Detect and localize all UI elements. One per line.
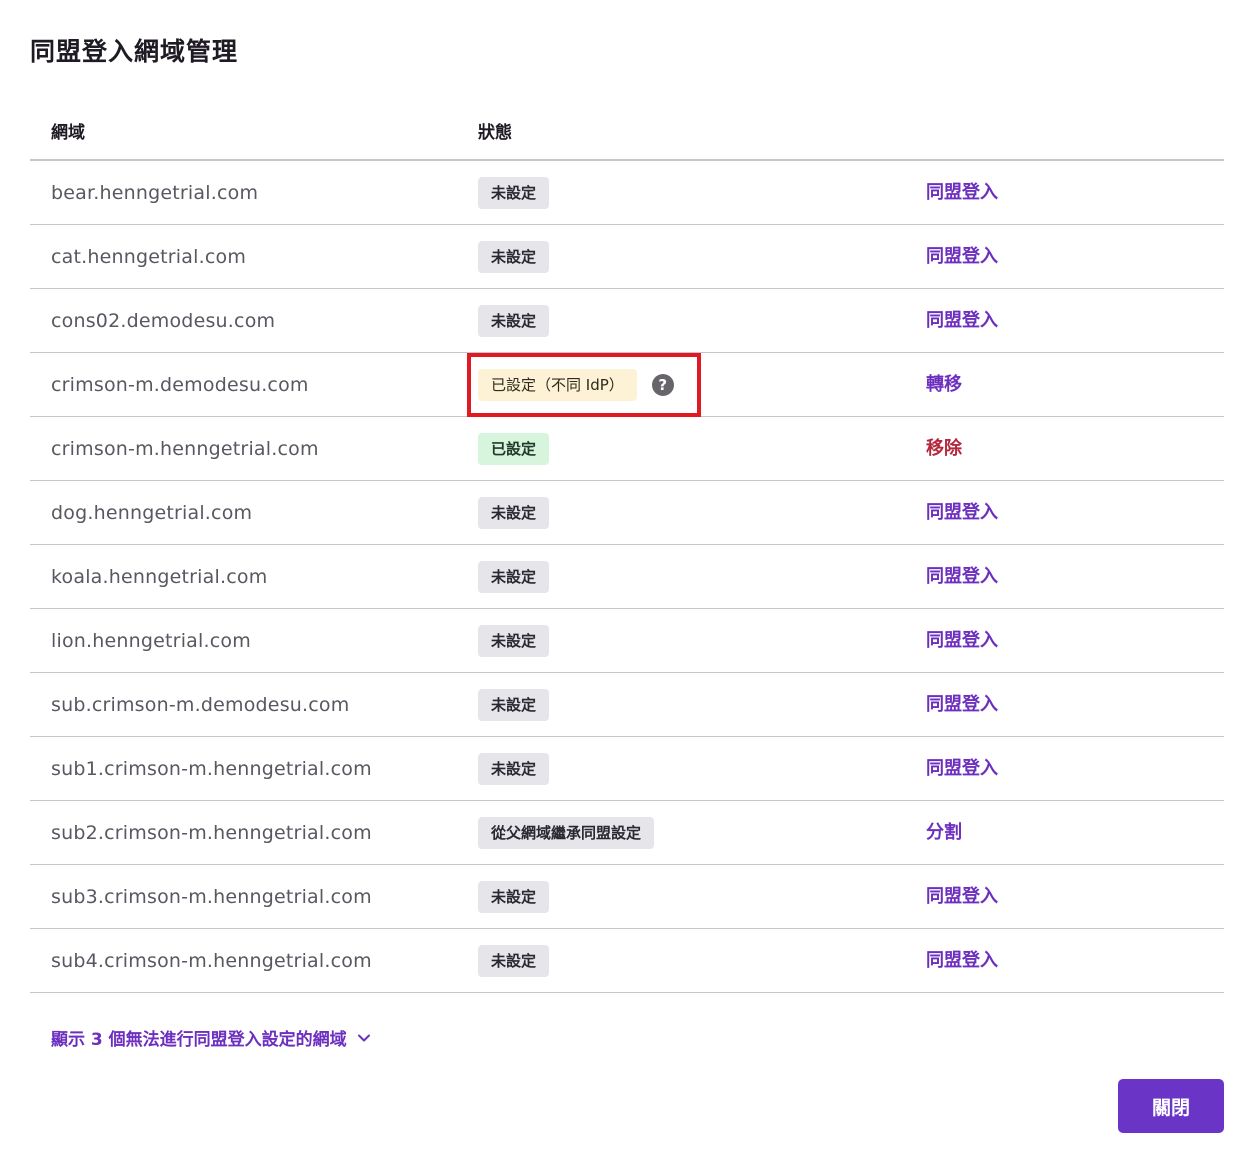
status-badge: 未設定 — [478, 945, 550, 977]
status-cell: 已設定 — [478, 417, 550, 481]
table-row: koala.henngetrial.com 未設定 同盟登入 — [30, 545, 1224, 609]
table-row: bear.henngetrial.com 未設定 同盟登入 — [30, 161, 1224, 225]
status-cell: 未設定 — [478, 545, 550, 609]
status-badge: 未設定 — [478, 625, 550, 657]
status-cell: 未設定 — [478, 225, 550, 289]
status-cell: 未設定 — [478, 929, 550, 993]
status-cell: 未設定 — [478, 737, 550, 801]
row-action-link[interactable]: 同盟登入 — [926, 289, 998, 353]
status-badge: 未設定 — [478, 241, 550, 273]
show-unavailable-domains-label: 顯示 3 個無法進行同盟登入設定的網域 — [51, 1030, 347, 1050]
table-row: lion.henngetrial.com 未設定 同盟登入 — [30, 609, 1224, 673]
page-title: 同盟登入網域管理 — [30, 37, 239, 66]
row-action-link[interactable]: 移除 — [926, 417, 962, 481]
status-badge: 未設定 — [478, 881, 550, 913]
status-badge: 未設定 — [478, 561, 550, 593]
domain-name: sub.crimson-m.demodesu.com — [51, 694, 350, 716]
row-action-link[interactable]: 分割 — [926, 801, 962, 865]
domain-name: bear.henngetrial.com — [51, 182, 259, 204]
table-row: dog.henngetrial.com 未設定 同盟登入 — [30, 481, 1224, 545]
row-action-link[interactable]: 同盟登入 — [926, 545, 998, 609]
row-action-link[interactable]: 同盟登入 — [926, 737, 998, 801]
table-row: sub.crimson-m.demodesu.com 未設定 同盟登入 — [30, 673, 1224, 737]
table-row: crimson-m.demodesu.com 已設定（不同 IdP）? 轉移 — [30, 353, 1224, 417]
row-action-link[interactable]: 轉移 — [926, 353, 962, 417]
domain-name: crimson-m.henngetrial.com — [51, 438, 319, 460]
status-badge: 未設定 — [478, 497, 550, 529]
status-badge: 未設定 — [478, 177, 550, 209]
domain-name: sub4.crimson-m.henngetrial.com — [51, 950, 372, 972]
table-row: sub4.crimson-m.henngetrial.com 未設定 同盟登入 — [30, 929, 1224, 993]
status-cell: 未設定 — [478, 865, 550, 929]
table-header: 網域 狀態 — [30, 98, 1224, 161]
row-action-link[interactable]: 同盟登入 — [926, 609, 998, 673]
column-header-status: 狀態 — [478, 123, 512, 143]
table-row: sub2.crimson-m.henngetrial.com 從父網域繼承同盟設定… — [30, 801, 1224, 865]
row-action-link[interactable]: 同盟登入 — [926, 481, 998, 545]
domain-name: sub3.crimson-m.henngetrial.com — [51, 886, 372, 908]
status-cell: 未設定 — [478, 161, 550, 225]
status-badge: 未設定 — [478, 305, 550, 337]
status-badge: 已設定 — [478, 433, 550, 465]
status-cell: 從父網域繼承同盟設定 — [478, 801, 655, 865]
table-row: cons02.demodesu.com 未設定 同盟登入 — [30, 289, 1224, 353]
chevron-down-icon — [357, 1034, 370, 1041]
table-row: sub1.crimson-m.henngetrial.com 未設定 同盟登入 — [30, 737, 1224, 801]
table-row: crimson-m.henngetrial.com 已設定 移除 — [30, 417, 1224, 481]
domain-name: crimson-m.demodesu.com — [51, 374, 309, 396]
domain-name: koala.henngetrial.com — [51, 566, 268, 588]
status-cell: 未設定 — [478, 481, 550, 545]
row-action-link[interactable]: 同盟登入 — [926, 929, 998, 993]
table-body: bear.henngetrial.com 未設定 同盟登入 cat.henngetri… — [30, 161, 1224, 993]
status-cell: 未設定 — [478, 673, 550, 737]
close-button[interactable]: 關閉 — [1118, 1079, 1224, 1133]
table-row: sub3.crimson-m.henngetrial.com 未設定 同盟登入 — [30, 865, 1224, 929]
federation-domain-dialog: 同盟登入網域管理 網域 狀態 bear.henngetrial.com 未設定 同盟… — [0, 0, 1258, 1162]
status-cell: 未設定 — [478, 289, 550, 353]
table-row: cat.henngetrial.com 未設定 同盟登入 — [30, 225, 1224, 289]
row-action-link[interactable]: 同盟登入 — [926, 865, 998, 929]
domain-name: sub2.crimson-m.henngetrial.com — [51, 822, 372, 844]
domain-name: lion.henngetrial.com — [51, 630, 251, 652]
row-action-link[interactable]: 同盟登入 — [926, 161, 998, 225]
domain-name: cat.henngetrial.com — [51, 246, 247, 268]
status-cell: 未設定 — [478, 609, 550, 673]
highlight-box — [467, 353, 701, 417]
domain-name: dog.henngetrial.com — [51, 502, 253, 524]
row-action-link[interactable]: 同盟登入 — [926, 225, 998, 289]
row-action-link[interactable]: 同盟登入 — [926, 673, 998, 737]
show-unavailable-domains-toggle[interactable]: 顯示 3 個無法進行同盟登入設定的網域 — [51, 1025, 371, 1050]
status-badge: 未設定 — [478, 689, 550, 721]
status-badge: 未設定 — [478, 753, 550, 785]
status-badge: 從父網域繼承同盟設定 — [478, 817, 655, 849]
domain-name: sub1.crimson-m.henngetrial.com — [51, 758, 372, 780]
domain-table: 網域 狀態 bear.henngetrial.com 未設定 同盟登入 cat.hen… — [30, 98, 1224, 993]
domain-name: cons02.demodesu.com — [51, 310, 276, 332]
column-header-domain: 網域 — [51, 123, 85, 143]
